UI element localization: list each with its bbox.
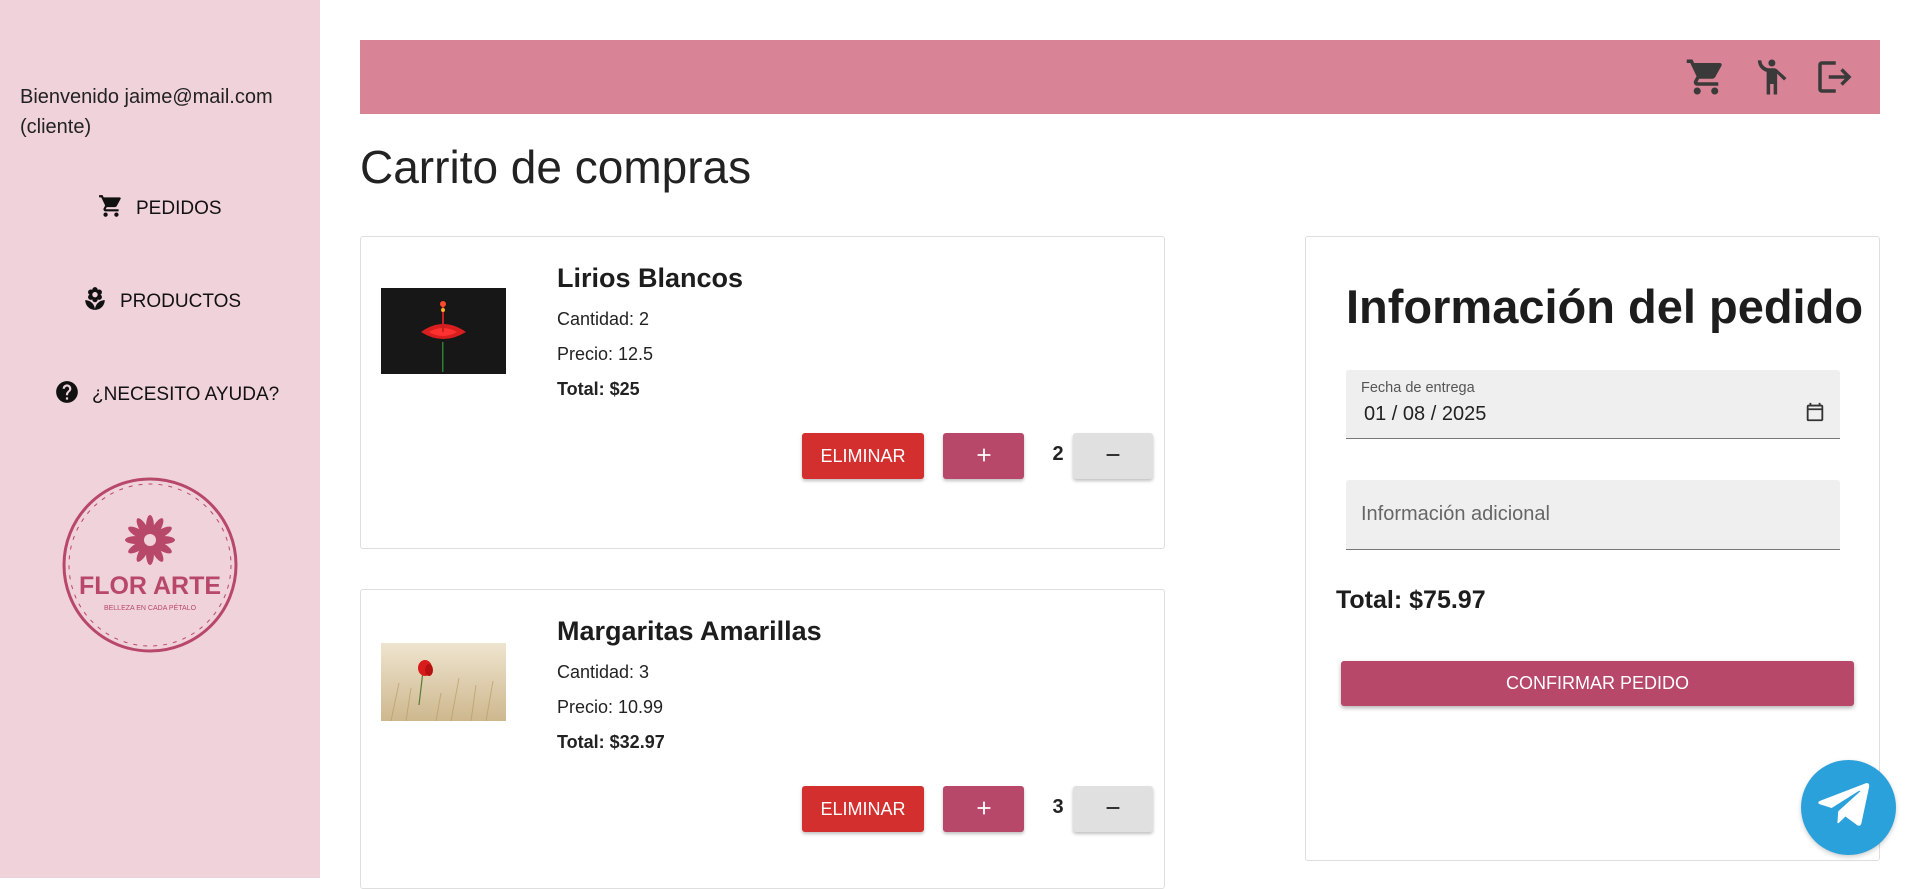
- sidebar-item-label: PRODUCTOS: [120, 291, 242, 312]
- help-icon: [54, 379, 80, 411]
- confirm-order-button[interactable]: CONFIRMAR PEDIDO: [1341, 661, 1854, 706]
- quantity-value: 2: [1052, 443, 1064, 465]
- telegram-button[interactable]: [1801, 760, 1896, 855]
- minus-icon: [1102, 444, 1124, 469]
- plus-icon: [973, 797, 995, 822]
- logo-name: FLOR ARTE: [79, 572, 221, 600]
- product-image: [381, 643, 506, 722]
- cart-item-card: Margaritas Amarillas Cantidad: 3 Precio:…: [360, 589, 1165, 889]
- product-total: Total: $32.97: [557, 732, 665, 752]
- sidebar-item-label: ¿NECESITO AYUDA?: [92, 384, 280, 405]
- remove-button[interactable]: ELIMINAR: [802, 786, 924, 832]
- sidebar-item-label: PEDIDOS: [136, 198, 222, 219]
- minus-icon: [1102, 797, 1124, 822]
- product-total: Total: $25: [557, 379, 640, 399]
- sidebar-item-pedidos[interactable]: PEDIDOS: [98, 193, 222, 225]
- cart-icon: [98, 193, 124, 225]
- product-name: Margaritas Amarillas: [557, 616, 822, 646]
- flor-arte-logo: FLOR ARTE BELLEZA EN CADA PÉTALO: [60, 470, 240, 660]
- logo-tagline: BELLEZA EN CADA PÉTALO: [104, 603, 197, 612]
- cart-item-card: Lirios Blancos Cantidad: 2 Precio: 12.5 …: [360, 236, 1165, 549]
- product-image: [381, 288, 506, 374]
- product-quantity: Cantidad: 3: [557, 662, 650, 682]
- welcome-text: Bienvenido jaime@mail.com (cliente): [20, 86, 273, 138]
- delivery-date-value[interactable]: 01 / 08 / 2025: [1364, 403, 1764, 426]
- product-name: Lirios Blancos: [557, 263, 744, 293]
- plus-icon: [973, 444, 995, 469]
- order-total: Total: $75.97: [1336, 586, 1486, 614]
- product-price: Precio: 10.99: [557, 697, 664, 717]
- additional-info-field[interactable]: [1346, 480, 1840, 550]
- decrease-quantity-button[interactable]: [1073, 433, 1153, 479]
- page-title: Carrito de compras: [360, 141, 752, 193]
- flower-icon: [82, 286, 108, 318]
- order-info-title: Información del pedido: [1346, 280, 1864, 333]
- increase-quantity-button[interactable]: [943, 786, 1024, 832]
- delivery-date-field[interactable]: Fecha de entrega 01 / 08 / 2025: [1346, 370, 1840, 439]
- quantity-value: 3: [1052, 796, 1064, 818]
- product-quantity: Cantidad: 2: [557, 309, 650, 329]
- sidebar: Bienvenido jaime@mail.com (cliente) PEDI…: [0, 0, 320, 878]
- sidebar-item-ayuda[interactable]: ¿NECESITO AYUDA?: [54, 379, 279, 411]
- sidebar-item-productos[interactable]: PRODUCTOS: [82, 286, 241, 318]
- top-bar: [360, 40, 1880, 114]
- calendar-icon[interactable]: [1804, 401, 1826, 423]
- delivery-date-label: Fecha de entrega: [1361, 380, 1475, 396]
- logout-icon[interactable]: [1813, 56, 1855, 98]
- decrease-quantity-button[interactable]: [1073, 786, 1153, 832]
- telegram-icon: [1817, 777, 1874, 838]
- person-icon[interactable]: [1750, 56, 1792, 98]
- order-info-panel: Información del pedido Fecha de entrega …: [1305, 236, 1880, 861]
- product-price: Precio: 12.5: [557, 344, 654, 364]
- additional-info-input[interactable]: [1361, 503, 1821, 526]
- increase-quantity-button[interactable]: [943, 433, 1024, 479]
- cart-icon[interactable]: [1685, 56, 1727, 98]
- remove-button[interactable]: ELIMINAR: [802, 433, 924, 479]
